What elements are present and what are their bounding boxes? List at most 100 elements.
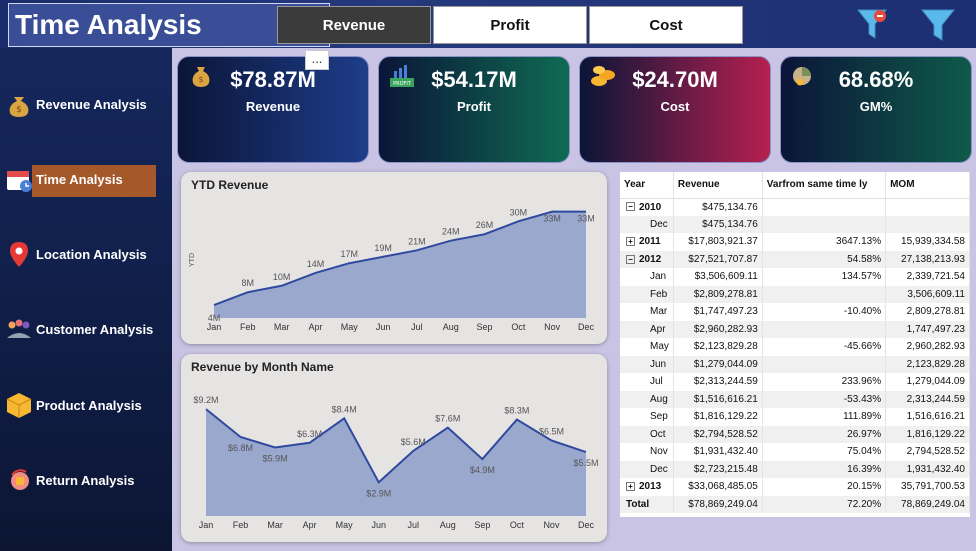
- cell-year: Jan: [620, 268, 674, 286]
- cell-revenue: $3,506,609.11: [673, 268, 763, 286]
- location-pin-icon: [10, 242, 28, 267]
- filter-button[interactable]: [918, 4, 958, 44]
- year-label: Oct: [650, 428, 666, 440]
- year-label: Dec: [650, 218, 668, 230]
- table-row: Apr $2,960,282.93 1,747,497.23: [620, 320, 970, 338]
- data-label: 33M: [543, 214, 561, 224]
- cell-mom: 2,313,244.59: [885, 390, 970, 408]
- cell-mom: 2,339,721.54: [885, 268, 970, 286]
- cell-var: 26.97%: [762, 425, 887, 443]
- table-row: Oct $2,794,528.52 26.97% 1,816,129.22: [620, 425, 970, 443]
- cell-year[interactable]: +2011: [620, 233, 674, 251]
- table-row: +2011 $17,803,921.37 3647.13% 15,939,334.58: [620, 233, 970, 251]
- x-tick-label: Sep: [477, 322, 493, 332]
- data-label: 24M: [442, 227, 460, 237]
- cell-year: Oct: [620, 425, 674, 443]
- x-tick-label: Aug: [440, 520, 456, 530]
- cell-var: -53.43%: [762, 390, 887, 408]
- year-label: 2012: [639, 253, 662, 265]
- more-options-button[interactable]: ...: [305, 50, 329, 70]
- table-row: Sep $1,816,129.22 111.89% 1,516,616.21: [620, 408, 970, 426]
- cell-mom: 1,747,497.23: [885, 320, 970, 338]
- cell-mom: 2,123,829.28: [885, 355, 970, 373]
- data-label: 10M: [273, 272, 291, 282]
- cell-mom: 1,816,129.22: [885, 425, 970, 443]
- tab-revenue[interactable]: Revenue: [277, 6, 431, 44]
- year-label: Nov: [650, 446, 668, 458]
- table-row: Jun $1,279,044.09 2,123,829.28: [620, 355, 970, 373]
- cell-mom: 15,939,334.58: [885, 233, 970, 251]
- data-label: $7.6M: [435, 414, 460, 424]
- header-bar: Time Analysis Revenue Profit Cost: [0, 0, 976, 48]
- tab-profit[interactable]: Profit: [433, 6, 587, 44]
- cell-year: Apr: [620, 320, 674, 338]
- sidebar-item-label: Revenue Analysis: [36, 96, 147, 112]
- table-row: Jan $3,506,609.11 134.57% 2,339,721.54: [620, 268, 970, 286]
- data-label: $6.8M: [228, 443, 253, 453]
- column-header-mom[interactable]: MOM: [885, 172, 970, 199]
- column-header-year[interactable]: Year: [620, 172, 674, 199]
- year-label: 2010: [639, 201, 662, 213]
- table-row: Nov $1,931,432.40 75.04% 2,794,528.52: [620, 443, 970, 461]
- cell-year[interactable]: −2012: [620, 250, 674, 268]
- cell-mom: 1,279,044.09: [885, 373, 970, 391]
- cell-revenue: $2,723,215.48: [673, 460, 763, 478]
- x-tick-label: Oct: [510, 520, 525, 530]
- table-row: −2012 $27,521,707.87 54.58% 27,138,213.93: [620, 250, 970, 268]
- cell-mom: 35,791,700.53: [885, 478, 970, 496]
- x-tick-label: Jan: [207, 322, 222, 332]
- collapse-icon[interactable]: −: [626, 254, 635, 264]
- year-label: May: [650, 341, 669, 353]
- expand-icon[interactable]: +: [626, 237, 635, 247]
- data-label: $4.9M: [470, 465, 495, 475]
- cell-var: 72.20%: [762, 495, 887, 513]
- collapse-icon[interactable]: −: [626, 202, 635, 212]
- sidebar-item-revenue-analysis[interactable]: $ Revenue Analysis: [0, 84, 172, 124]
- sidebar-item-label: Time Analysis: [36, 171, 123, 187]
- sidebar-item-time-analysis[interactable]: Time Analysis: [0, 159, 172, 199]
- cell-mom: 2,960,282.93: [885, 338, 970, 356]
- x-tick-label: Jun: [371, 520, 386, 530]
- revenue-matrix: Year Revenue Varfrom same time ly MOM −2…: [620, 172, 970, 517]
- data-label: $9.2M: [193, 395, 218, 405]
- kpi-value: $54.17M: [431, 67, 517, 92]
- cell-year[interactable]: −2010: [620, 198, 674, 216]
- tab-cost[interactable]: Cost: [589, 6, 743, 44]
- year-label: Feb: [650, 288, 668, 300]
- column-header-var[interactable]: Varfrom same time ly: [762, 172, 887, 199]
- year-label: Jan: [650, 271, 667, 283]
- year-label: Apr: [650, 323, 666, 335]
- x-tick-label: Nov: [544, 322, 561, 332]
- cell-year: Aug: [620, 390, 674, 408]
- table-row: −2010 $475,134.76: [620, 198, 970, 216]
- cell-year: Jun: [620, 355, 674, 373]
- cell-year: Feb: [620, 285, 674, 303]
- x-tick-label: Nov: [543, 520, 560, 530]
- cell-revenue: $2,794,528.52: [673, 425, 763, 443]
- cell-mom: 3,506,609.11: [885, 285, 970, 303]
- cell-revenue: $1,816,129.22: [673, 408, 763, 426]
- x-tick-label: Dec: [578, 322, 595, 332]
- data-label: 19M: [374, 243, 392, 253]
- cell-year: Total: [620, 495, 674, 513]
- clear-filter-button[interactable]: [852, 4, 892, 44]
- sidebar-item-customer-analysis[interactable]: Customer Analysis: [0, 309, 172, 349]
- kpi-card-profit: PROFIT $54.17M Profit: [378, 56, 570, 163]
- customers-icon: [7, 319, 31, 338]
- table-row: Total $78,869,249.04 72.20% 78,869,249.04: [620, 495, 970, 513]
- sidebar-item-product-analysis[interactable]: Product Analysis: [0, 385, 172, 425]
- table-row: May $2,123,829.28 -45.66% 2,960,282.93: [620, 338, 970, 356]
- sidebar-item-location-analysis[interactable]: Location Analysis: [0, 234, 172, 274]
- cell-revenue: $2,313,244.59: [673, 373, 763, 391]
- sidebar-item-return-analysis[interactable]: Return Analysis: [0, 460, 172, 500]
- cell-var: [762, 285, 887, 303]
- cell-revenue: $78,869,249.04: [673, 495, 763, 513]
- x-tick-label: Dec: [578, 520, 595, 530]
- column-header-revenue[interactable]: Revenue: [673, 172, 763, 199]
- expand-icon[interactable]: +: [626, 482, 635, 492]
- year-label: Jun: [650, 358, 667, 370]
- cell-year[interactable]: +2013: [620, 478, 674, 496]
- data-label: 14M: [307, 259, 325, 269]
- cell-year: Jul: [620, 373, 674, 391]
- cell-revenue: $2,809,278.81: [673, 285, 763, 303]
